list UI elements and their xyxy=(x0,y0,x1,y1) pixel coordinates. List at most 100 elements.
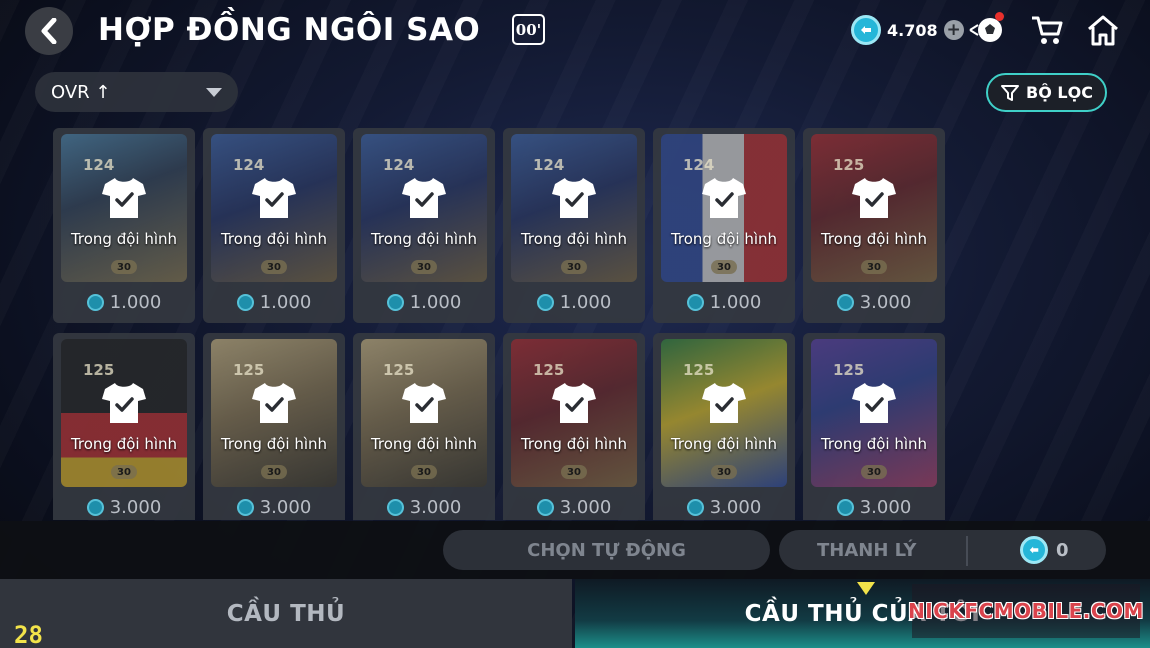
level-badge: 30 xyxy=(711,260,737,274)
in-squad-label: Trong đội hình xyxy=(220,435,328,453)
player-rating: 125 xyxy=(833,156,865,174)
sort-value: OVR ↑ xyxy=(51,81,111,103)
coin-icon xyxy=(686,294,704,311)
action-bar: CHỌN TỰ ĐỘNG THANH LÝ xyxy=(0,521,1150,579)
tab-players[interactable]: CẦU THỦ xyxy=(0,579,572,648)
card-price: 3.000 xyxy=(353,497,495,518)
coin-icon xyxy=(236,294,254,311)
level-badge: 30 xyxy=(411,465,437,479)
coin-icon xyxy=(386,294,404,311)
in-squad-label: Trong đội hình xyxy=(70,230,178,248)
coin-icon xyxy=(86,499,104,516)
coin-icon xyxy=(386,499,404,516)
sell-total: 0 xyxy=(1020,536,1069,564)
in-squad-label: Trong đội hình xyxy=(70,435,178,453)
player-rating: 125 xyxy=(83,361,115,379)
card-price: 3.000 xyxy=(803,497,945,518)
card-price-value: 3.000 xyxy=(859,292,912,313)
player-card[interactable]: 124 Trong đội hình 30 1.000 xyxy=(203,128,345,323)
plus-icon[interactable]: + xyxy=(943,20,964,40)
back-button[interactable] xyxy=(25,7,73,55)
card-price: 1.000 xyxy=(353,292,495,313)
card-price-value: 3.000 xyxy=(409,497,462,518)
coin-icon xyxy=(236,499,254,516)
active-tab-indicator xyxy=(857,582,875,595)
player-card[interactable]: 125 Trong đội hình 30 3.000 xyxy=(53,333,195,520)
player-card[interactable]: 125 Trong đội hình 30 3.000 xyxy=(503,333,645,520)
in-squad-shirt-icon xyxy=(851,176,897,220)
card-price: 3.000 xyxy=(203,497,345,518)
cart-icon xyxy=(1032,16,1063,44)
card-price: 3.000 xyxy=(653,497,795,518)
player-card[interactable]: 125 Trong đội hình 30 3.000 xyxy=(653,333,795,520)
player-rating: 125 xyxy=(383,361,415,379)
level-badge: 30 xyxy=(111,465,137,479)
player-card[interactable]: 125 Trong đội hình 30 3.000 xyxy=(803,128,945,323)
auto-select-button[interactable]: CHỌN TỰ ĐỘNG xyxy=(443,530,770,570)
level-badge: 30 xyxy=(261,465,287,479)
player-rating: 125 xyxy=(233,361,265,379)
sort-dropdown[interactable]: OVR ↑ xyxy=(35,72,238,112)
card-price: 3.000 xyxy=(503,497,645,518)
in-squad-shirt-icon xyxy=(701,176,747,220)
player-rating: 124 xyxy=(233,156,265,174)
player-card[interactable]: 125 Trong đội hình 30 3.000 xyxy=(803,333,945,520)
in-squad-shirt-icon xyxy=(101,381,147,425)
player-card[interactable]: 124 Trong đội hình 30 1.000 xyxy=(53,128,195,323)
watermark-text: NICKFCMOBILE.COM xyxy=(908,599,1144,623)
tab-players-label: CẦU THỦ xyxy=(226,600,346,627)
filter-label: BỘ LỌC xyxy=(1026,83,1093,102)
card-price: 1.000 xyxy=(503,292,645,313)
coin-icon xyxy=(686,499,704,516)
in-squad-shirt-icon xyxy=(401,381,447,425)
level-badge: 30 xyxy=(561,260,587,274)
in-squad-label: Trong đội hình xyxy=(670,230,778,248)
sell-amount-value: 0 xyxy=(1056,539,1069,561)
player-card[interactable]: 124 Trong đội hình 30 1.000 xyxy=(353,128,495,323)
player-card[interactable]: 124 Trong đội hình 30 1.000 xyxy=(503,128,645,323)
player-card[interactable]: 125 Trong đội hình 30 3.000 xyxy=(353,333,495,520)
player-rating: 125 xyxy=(533,361,565,379)
info-badge[interactable]: 00' xyxy=(512,14,545,45)
coin-icon xyxy=(836,499,854,516)
card-price: 1.000 xyxy=(203,292,345,313)
filter-icon xyxy=(1001,84,1020,101)
in-squad-shirt-icon xyxy=(251,176,297,220)
card-price: 1.000 xyxy=(653,292,795,313)
chevron-down-icon xyxy=(206,88,222,97)
card-price-value: 3.000 xyxy=(259,497,312,518)
in-squad-shirt-icon xyxy=(551,381,597,425)
fps-counter: 28 xyxy=(14,621,43,648)
coin-icon xyxy=(536,499,554,516)
level-badge: 30 xyxy=(561,465,587,479)
coin-icon xyxy=(536,294,554,311)
level-badge: 30 xyxy=(261,260,287,274)
coin-icon xyxy=(851,15,881,45)
player-rating: 124 xyxy=(533,156,565,174)
card-price: 3.000 xyxy=(803,292,945,313)
player-card[interactable]: 124 Trong đội hình 30 1.000 xyxy=(653,128,795,323)
coin-icon xyxy=(836,294,854,311)
ball-menu-button[interactable] xyxy=(968,12,1006,48)
in-squad-shirt-icon xyxy=(101,176,147,220)
card-price: 3.000 xyxy=(53,497,195,518)
card-price-value: 3.000 xyxy=(559,497,612,518)
in-squad-label: Trong đội hình xyxy=(520,230,628,248)
player-card-grid: 124 Trong đội hình 30 1.000 124 Trong đội hìn… xyxy=(53,128,953,520)
player-rating: 124 xyxy=(83,156,115,174)
home-icon xyxy=(1088,15,1118,46)
coin-icon xyxy=(86,294,104,311)
in-squad-label: Trong đội hình xyxy=(370,230,478,248)
card-price-value: 1.000 xyxy=(109,292,162,313)
card-price: 1.000 xyxy=(53,292,195,313)
in-squad-shirt-icon xyxy=(551,176,597,220)
player-card[interactable]: 125 Trong đội hình 30 3.000 xyxy=(203,333,345,520)
level-badge: 30 xyxy=(411,260,437,274)
shop-button[interactable] xyxy=(1028,12,1066,48)
in-squad-label: Trong đội hình xyxy=(520,435,628,453)
player-rating: 124 xyxy=(683,156,715,174)
level-badge: 30 xyxy=(861,260,887,274)
filter-button[interactable]: BỘ LỌC xyxy=(986,73,1107,112)
card-price-value: 1.000 xyxy=(409,292,462,313)
home-button[interactable] xyxy=(1084,12,1122,48)
